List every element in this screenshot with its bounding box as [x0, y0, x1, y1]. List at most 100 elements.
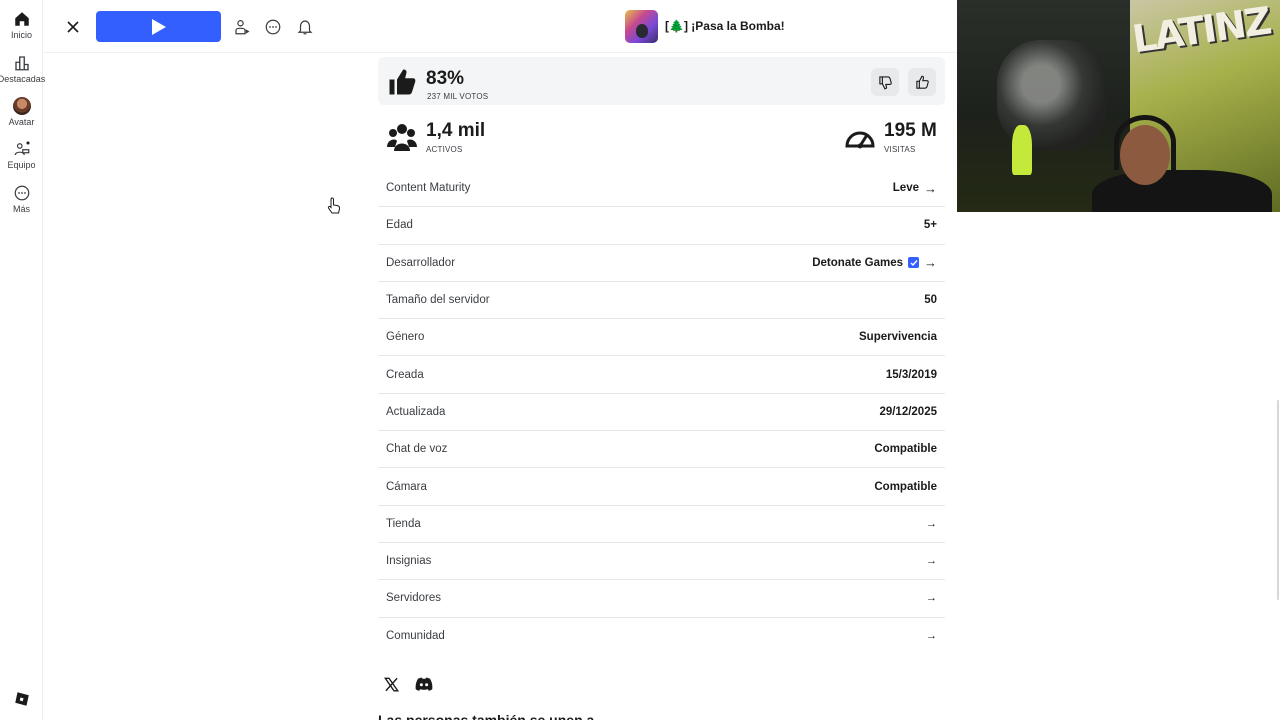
- detail-row-voice-chat: Chat de voz Compatible: [378, 431, 945, 469]
- arrow-right-icon: →: [924, 180, 937, 196]
- detail-key: Actualizada: [386, 405, 446, 418]
- detail-key: Content Maturity: [386, 182, 471, 195]
- nav-label: Destacadas: [0, 74, 46, 84]
- hand-cursor-icon: [327, 197, 341, 214]
- verified-badge-icon: [908, 257, 919, 269]
- nav-item-charts[interactable]: Destacadas: [0, 54, 46, 84]
- nav-label: Más: [12, 204, 30, 214]
- arrow-right-icon: →: [925, 517, 938, 530]
- notifications-button[interactable]: [295, 17, 315, 37]
- like-button[interactable]: [908, 68, 936, 96]
- x-link[interactable]: [382, 675, 400, 693]
- game-title: [🌲] ¡Pasa la Bomba!: [665, 19, 785, 33]
- detail-key: Edad: [386, 219, 413, 232]
- detail-row-updated: Actualizada 29/12/2025: [378, 394, 945, 432]
- headset: [1114, 115, 1176, 170]
- rating-votes: 237 MIL VOTOS: [427, 92, 489, 101]
- people-icon: [387, 124, 417, 151]
- detail-key: Chat de voz: [386, 443, 448, 456]
- dislike-button[interactable]: [871, 68, 899, 96]
- top-bar: [🌲] ¡Pasa la Bomba!: [43, 0, 957, 53]
- detail-value: 50: [924, 294, 937, 307]
- thumbs-up-icon: [915, 75, 929, 89]
- details-list: Content Maturity Leve → Edad 5+ Desarroll…: [378, 170, 945, 655]
- detail-row-age: Edad 5+: [378, 207, 945, 245]
- detail-value: Compatible: [874, 480, 937, 493]
- visits-value: 195 M: [884, 120, 937, 141]
- detail-row-content-maturity[interactable]: Content Maturity Leve →: [378, 170, 945, 208]
- visits-label: VISITAS: [884, 145, 916, 154]
- detail-value: Detonate Games: [812, 256, 903, 269]
- detail-row-badges[interactable]: Insignias →: [378, 543, 945, 581]
- discord-icon: [415, 677, 433, 691]
- social-links: [382, 675, 433, 693]
- nav-item-avatar[interactable]: Avatar: [0, 97, 43, 127]
- nav-item-party[interactable]: Equipo: [0, 140, 43, 170]
- discord-link[interactable]: [415, 675, 433, 693]
- join-friend-button[interactable]: [232, 17, 252, 37]
- detail-key: Tamaño del servidor: [386, 294, 490, 307]
- person-play-icon: [235, 20, 250, 35]
- detail-key: Género: [386, 331, 425, 344]
- speedometer-icon: [845, 131, 875, 149]
- close-button[interactable]: [64, 18, 82, 36]
- detail-value-wrap: Detonate Games →: [812, 255, 937, 270]
- nav-label: Equipo: [7, 160, 36, 170]
- game-thumbnail: [625, 10, 658, 43]
- more-options-button[interactable]: [263, 17, 283, 37]
- nav-item-home[interactable]: Inicio: [0, 10, 43, 40]
- home-icon: [14, 12, 29, 26]
- x-icon: [383, 677, 399, 691]
- charts-icon: [14, 56, 29, 71]
- more-icon: [14, 185, 29, 201]
- webcam-overlay: LATINZ: [957, 0, 1280, 212]
- detail-row-created: Creada 15/3/2019: [378, 356, 945, 394]
- nav-label: Avatar: [8, 117, 35, 127]
- avatar: [12, 97, 31, 115]
- detail-row-developer[interactable]: Desarrollador Detonate Games →: [378, 245, 945, 282]
- detail-key: Comunidad: [386, 630, 445, 643]
- bell-icon: [297, 20, 313, 35]
- arrow-right-icon: →: [925, 592, 938, 605]
- nav-item-more[interactable]: Más: [0, 184, 43, 214]
- detail-value: 15/3/2019: [885, 368, 937, 381]
- arrow-right-icon: →: [925, 630, 938, 643]
- detail-value: Supervivencia: [859, 331, 937, 344]
- rating-card: 83% 237 MIL VOTOS: [378, 57, 945, 105]
- thumbs-down-icon: [878, 75, 892, 89]
- detail-key: Creada: [386, 368, 424, 381]
- detail-row-genre: Género Supervivencia: [378, 319, 945, 357]
- detail-row-server-size: Tamaño del servidor 50: [378, 282, 945, 320]
- detail-key: Insignias: [386, 555, 432, 568]
- thumbs-up-icon: [389, 69, 416, 95]
- detail-key: Tienda: [386, 517, 421, 530]
- play-button[interactable]: [96, 11, 221, 42]
- active-players-label: ACTIVOS: [426, 145, 463, 154]
- arrow-right-icon: →: [925, 555, 938, 568]
- section-heading: Las personas también se unen a: [378, 712, 595, 720]
- more-icon: [265, 19, 281, 35]
- detail-row-store[interactable]: Tienda →: [378, 506, 945, 543]
- detail-value-wrap: Leve →: [893, 181, 937, 196]
- detail-value: Compatible: [874, 443, 937, 456]
- scrollbar[interactable]: [1277, 400, 1279, 600]
- detail-key: Desarrollador: [386, 256, 456, 269]
- roblox-logo[interactable]: [0, 690, 43, 710]
- party-icon: [14, 141, 29, 156]
- left-nav-rail: Inicio Destacadas Avatar Equipo Más: [0, 0, 46, 720]
- arrow-right-icon: →: [924, 255, 937, 271]
- streamer-body: [1092, 170, 1272, 212]
- detail-row-servers[interactable]: Servidores →: [378, 580, 945, 618]
- active-players-value: 1,4 mil: [426, 120, 486, 141]
- green-figure: [1012, 125, 1032, 175]
- rating-percent: 83%: [426, 68, 465, 89]
- close-icon: [67, 21, 79, 33]
- detail-key: Cámara: [386, 480, 427, 493]
- detail-value: 5+: [923, 219, 937, 232]
- roblox-logo-icon: [14, 692, 29, 706]
- detail-row-camera: Cámara Compatible: [378, 468, 945, 506]
- detail-row-community[interactable]: Comunidad →: [378, 618, 945, 655]
- play-icon: [151, 18, 166, 35]
- detail-key: Servidores: [386, 592, 441, 605]
- nav-label: Inicio: [10, 30, 32, 40]
